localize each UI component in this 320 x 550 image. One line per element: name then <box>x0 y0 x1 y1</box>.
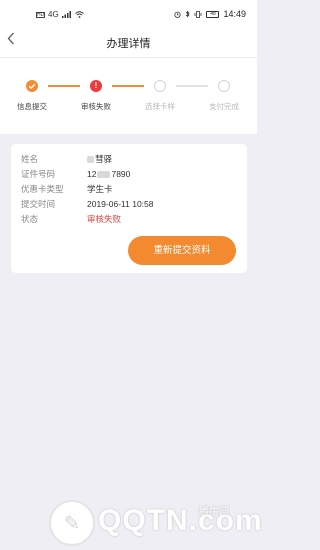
step-connector-2 <box>112 85 144 87</box>
status-label: 状态 <box>21 214 39 224</box>
step-4-label: 支付完成 <box>209 102 239 111</box>
step-2-label: 审核失败 <box>81 102 111 111</box>
status-bar: HD 4G 48 14:49 <box>0 0 257 26</box>
resubmit-button[interactable]: 重新提交资料 <box>128 236 236 265</box>
step-1-indicator <box>26 80 38 92</box>
submit-time-label: 提交时间 <box>21 199 56 209</box>
card-type-value: 学生卡 <box>87 184 113 194</box>
check-icon <box>28 83 36 90</box>
submit-time-value: 2019-06-11 10:58 <box>87 199 154 209</box>
vibrate-icon <box>195 10 202 18</box>
nav-divider <box>0 57 257 58</box>
status-right: 48 14:49 <box>174 9 246 19</box>
leaf-icon: ✎ <box>63 513 81 535</box>
application-details-card: 姓名 彗驿 证件号码 12 7890 优惠卡类型 学生卡 提交时间 2019-06… <box>11 144 247 273</box>
step-4-indicator <box>218 80 230 92</box>
status-left: HD 4G <box>36 10 84 19</box>
status-time: 14:49 <box>223 9 246 19</box>
bluetooth-icon <box>186 10 191 18</box>
watermark-text: QQTN.com <box>98 504 263 537</box>
battery-icon: 48 <box>206 10 220 18</box>
hd-badge: HD <box>36 11 45 18</box>
id-suffix: 7890 <box>111 169 131 179</box>
step-2-indicator: ! <box>90 80 102 92</box>
redaction-mask <box>87 156 94 164</box>
status-badge: 审核失败 <box>87 214 122 224</box>
redaction-mask <box>97 171 111 179</box>
name-text: 彗驿 <box>95 154 113 164</box>
signal-label: 4G <box>48 10 59 19</box>
card-type-label: 优惠卡类型 <box>21 184 64 194</box>
page-title: 办理详情 <box>106 38 151 50</box>
step-connector-3 <box>176 85 208 87</box>
watermark-logo: ✎ <box>49 500 95 546</box>
step-3-label: 选择卡样 <box>145 102 175 111</box>
step-3-indicator <box>154 80 166 92</box>
id-prefix: 12 <box>87 169 97 179</box>
wifi-icon <box>74 11 84 18</box>
name-value: 彗驿 <box>87 153 112 165</box>
exclamation-icon: ! <box>94 81 98 90</box>
signal-icon <box>61 11 71 18</box>
name-label: 姓名 <box>21 154 39 164</box>
step-connector-1 <box>48 85 80 87</box>
id-value: 12 7890 <box>87 168 130 180</box>
step-1-label: 信息提交 <box>17 102 47 111</box>
id-label: 证件号码 <box>21 169 56 179</box>
alarm-icon <box>174 11 182 18</box>
watermark-cn: 腾牛网 <box>199 507 229 518</box>
